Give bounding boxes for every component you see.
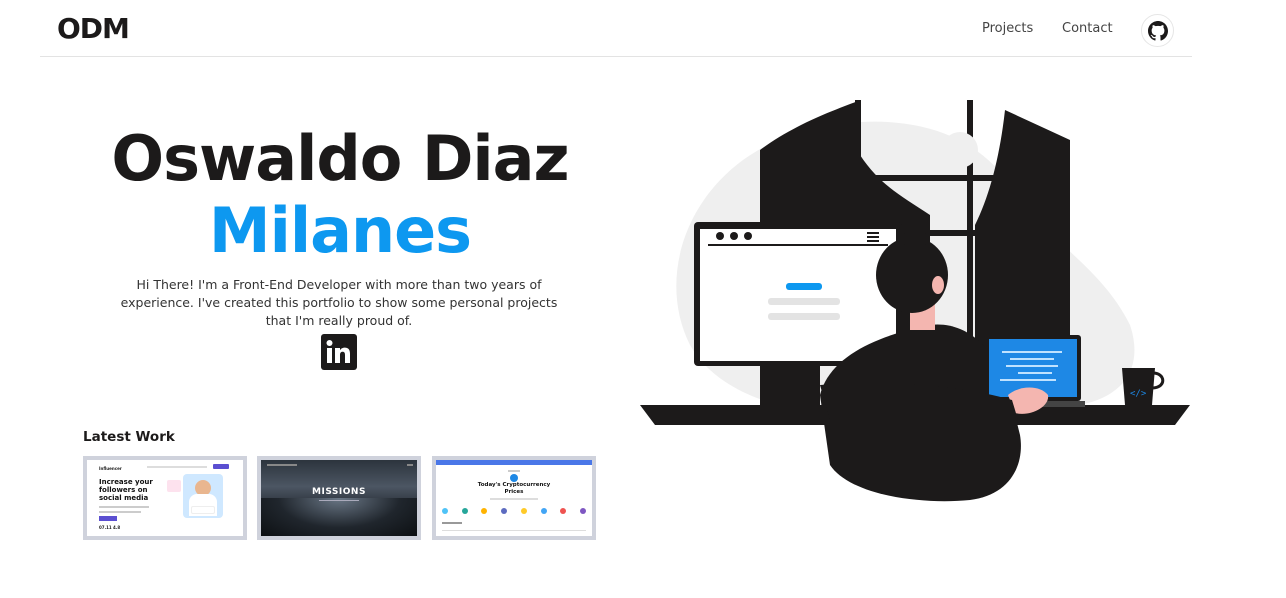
laptop-code-line bbox=[1010, 358, 1054, 360]
linkedin-link[interactable] bbox=[321, 334, 357, 370]
project-preview: Influencer Increase your followers on so… bbox=[87, 460, 243, 536]
browser-line bbox=[768, 298, 840, 305]
project-thumbnail-crypto[interactable]: Today's Cryptocurrency Prices bbox=[432, 456, 596, 540]
monitor-stand bbox=[760, 365, 820, 405]
preview-topbar bbox=[436, 460, 592, 465]
browser-line bbox=[768, 313, 840, 320]
monitor-screen bbox=[700, 229, 896, 361]
window-frame-horizontal bbox=[830, 175, 1005, 181]
site-header: ODM Projects Contact bbox=[40, 0, 1192, 57]
laptop-code-line bbox=[1000, 379, 1056, 381]
browser-dot bbox=[716, 232, 724, 240]
window-frame-horizontal bbox=[930, 230, 1005, 236]
preview-heading: Increase your followers on social media bbox=[99, 478, 153, 502]
laptop-code-line bbox=[1002, 351, 1062, 353]
preview-badge bbox=[167, 480, 181, 492]
preview-text-line bbox=[508, 470, 520, 472]
browser-menu bbox=[867, 236, 879, 238]
hero-name-line2: Milanes bbox=[208, 194, 472, 267]
latest-work-title: Latest Work bbox=[83, 429, 175, 445]
linkedin-icon bbox=[326, 340, 350, 363]
github-button[interactable] bbox=[1141, 14, 1174, 47]
project-thumbnail-missions[interactable]: MISSIONS bbox=[257, 456, 421, 540]
browser-bar bbox=[708, 244, 888, 246]
mug-code-icon: </> bbox=[1130, 389, 1147, 399]
preview-nav-bar bbox=[407, 464, 413, 466]
browser-menu bbox=[867, 240, 879, 242]
preview-text-line bbox=[490, 498, 538, 500]
laptop-code-line bbox=[1006, 365, 1058, 367]
project-preview: MISSIONS bbox=[261, 460, 417, 536]
person-head bbox=[876, 237, 948, 313]
site-logo[interactable]: ODM bbox=[57, 12, 130, 45]
person-ear bbox=[932, 276, 944, 294]
window-frame-vertical bbox=[855, 100, 861, 180]
preview-earth bbox=[261, 498, 417, 536]
nav-link-projects[interactable]: Projects bbox=[982, 21, 1033, 36]
browser-dot bbox=[730, 232, 738, 240]
preview-heading: MISSIONS bbox=[312, 487, 366, 497]
preview-text-line bbox=[99, 511, 141, 513]
preview-logo bbox=[510, 474, 518, 482]
preview-chip bbox=[191, 506, 215, 514]
github-icon bbox=[1147, 20, 1168, 41]
preview-cta bbox=[213, 464, 229, 469]
preview-brand: Influencer bbox=[99, 466, 122, 471]
preview-heading: Today's Cryptocurrency Prices bbox=[477, 482, 551, 495]
browser-button bbox=[786, 283, 822, 290]
preview-coin-row bbox=[442, 508, 586, 516]
person-hair-bun bbox=[902, 233, 928, 245]
project-preview: Today's Cryptocurrency Prices bbox=[436, 460, 592, 536]
preview-button bbox=[99, 516, 117, 521]
preview-text-line bbox=[442, 522, 462, 524]
hero-bio: Hi There! I'm a Front-End Developer with… bbox=[120, 277, 558, 328]
browser-dot bbox=[744, 232, 752, 240]
preview-nav-bar bbox=[147, 466, 207, 468]
mug-handle bbox=[1152, 371, 1165, 390]
developer-illustration: </> bbox=[640, 100, 1190, 502]
browser-menu bbox=[867, 232, 879, 234]
preview-text-line bbox=[99, 506, 149, 508]
coffee-mug bbox=[1122, 368, 1155, 405]
laptop-code-line bbox=[1018, 372, 1052, 374]
project-thumbnail-influencer[interactable]: Influencer Increase your followers on so… bbox=[83, 456, 247, 540]
preview-nav-bar bbox=[267, 464, 297, 466]
window-sun bbox=[942, 132, 978, 168]
preview-table-line bbox=[442, 530, 586, 531]
portfolio-page: ODM Projects Contact Oswaldo Diaz Milane… bbox=[0, 0, 1286, 598]
preview-stat: 07.11 4.8 bbox=[99, 525, 121, 530]
hero-name-line1: Oswaldo Diaz bbox=[111, 122, 569, 195]
nav-link-contact[interactable]: Contact bbox=[1062, 21, 1113, 36]
preview-subtitle-line bbox=[319, 500, 359, 501]
